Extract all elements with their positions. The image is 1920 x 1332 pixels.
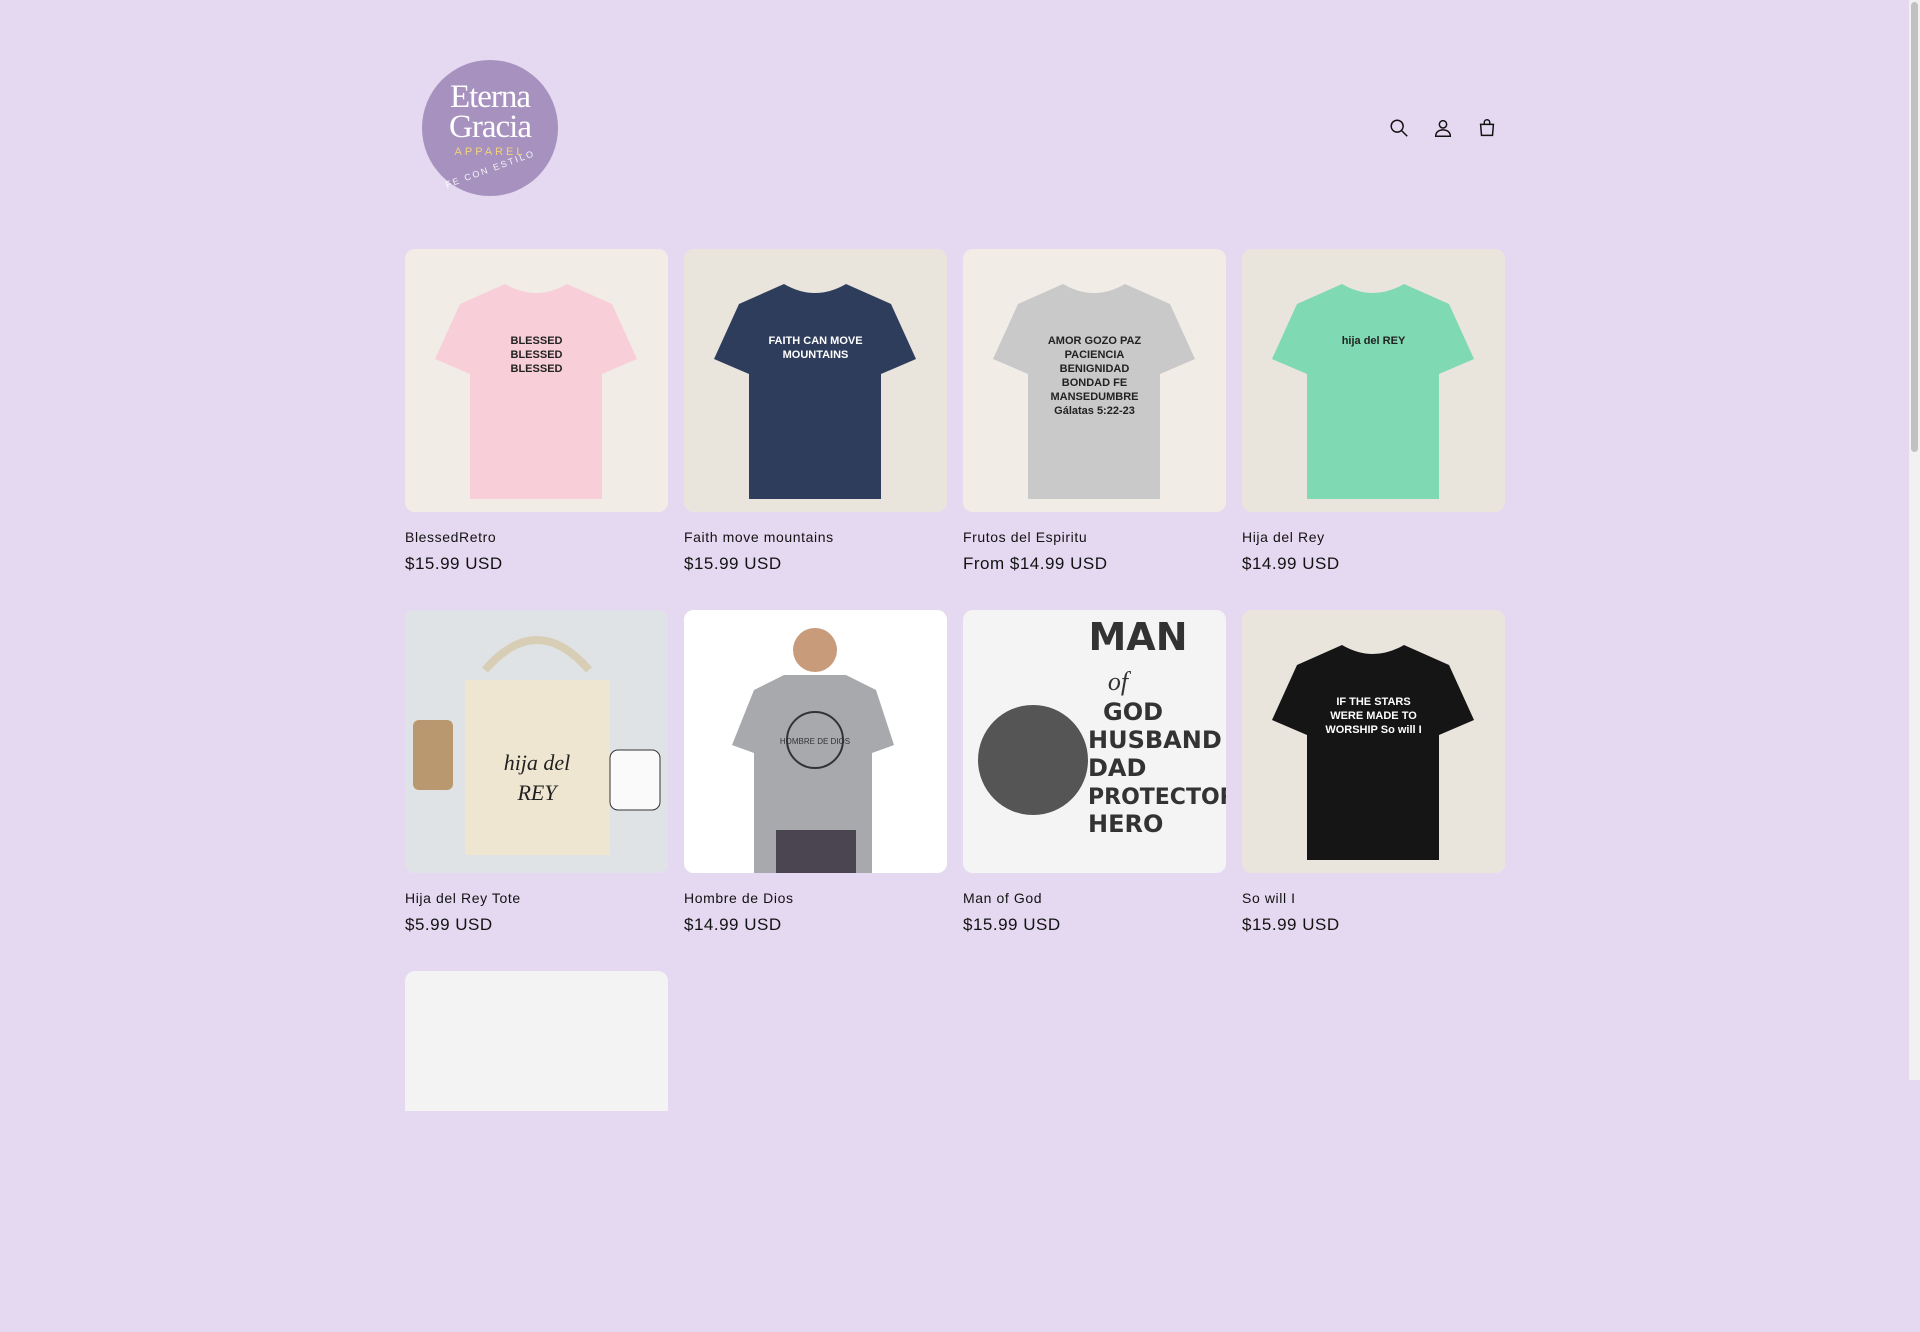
product-image[interactable]: AMOR GOZO PAZ PACIENCIA BENIGNIDAD BONDA… bbox=[963, 249, 1226, 512]
product-image[interactable]: FAITH CAN MOVE MOUNTAINS bbox=[684, 249, 947, 512]
product-price: $15.99 USD bbox=[405, 554, 503, 573]
brand-line1: Eterna bbox=[449, 79, 531, 115]
product-card[interactable]: HOMBRE DE DIOS Hombre de Dios $14.99 USD bbox=[684, 610, 947, 971]
product-price: From $14.99 USD bbox=[963, 554, 1108, 573]
cart-icon bbox=[1479, 119, 1495, 137]
product-price: $14.99 USD bbox=[684, 915, 782, 934]
product-card[interactable]: FAITH CAN MOVE MOUNTAINS Faith move moun… bbox=[684, 249, 947, 610]
product-price: $15.99 USD bbox=[684, 554, 782, 573]
product-card[interactable]: hija del REY Hija del Rey $14.99 USD bbox=[1242, 249, 1505, 610]
product-card[interactable]: BLESSED BLESSED BLESSED BlessedRetro $15… bbox=[405, 249, 668, 610]
product-name[interactable]: Hija del Rey Tote bbox=[405, 890, 668, 906]
product-image[interactable]: HOMBRE DE DIOS bbox=[684, 610, 947, 873]
search-button[interactable] bbox=[1381, 108, 1417, 148]
product-grid: BLESSED BLESSED BLESSED BlessedRetro $15… bbox=[405, 249, 1505, 1332]
svg-text:PROTECTOR: PROTECTOR bbox=[1088, 785, 1226, 810]
scrollbar-thumb[interactable] bbox=[1911, 2, 1918, 452]
scrollbar[interactable] bbox=[1909, 0, 1920, 1080]
product-image[interactable]: hija del REY bbox=[1242, 249, 1505, 512]
brand-logo[interactable]: Eterna Gracia APPAREL FE CON ESTILO bbox=[422, 60, 558, 196]
product-name[interactable]: Hija del Rey bbox=[1242, 529, 1505, 545]
cart-button[interactable] bbox=[1469, 108, 1505, 148]
product-image[interactable]: MAN of GOD HUSBAND DAD PROTECTOR HERO bbox=[963, 610, 1226, 873]
svg-text:HERO: HERO bbox=[1088, 810, 1163, 838]
product-name[interactable]: Man of God bbox=[963, 890, 1226, 906]
svg-text:HOMBRE DE DIOS: HOMBRE DE DIOS bbox=[780, 737, 850, 746]
account-button[interactable] bbox=[1425, 108, 1461, 148]
svg-text:hija del: hija del bbox=[504, 750, 571, 775]
product-card[interactable]: MAN of GOD HUSBAND DAD PROTECTOR HERO Ma… bbox=[963, 610, 1226, 971]
search-icon bbox=[1390, 119, 1408, 137]
product-card-placeholder[interactable] bbox=[405, 971, 668, 1332]
product-image[interactable]: IF THE STARS WERE MADE TO WORSHIP So wil… bbox=[1242, 610, 1505, 873]
account-icon bbox=[1434, 119, 1452, 137]
product-image-placeholder[interactable] bbox=[405, 971, 668, 1111]
svg-text:DAD: DAD bbox=[1088, 754, 1146, 782]
brand-line2: Gracia bbox=[449, 109, 532, 145]
product-card[interactable]: AMOR GOZO PAZ PACIENCIA BENIGNIDAD BONDA… bbox=[963, 249, 1226, 610]
site-header: Eterna Gracia APPAREL FE CON ESTILO bbox=[405, 60, 1505, 197]
product-name[interactable]: So will I bbox=[1242, 890, 1505, 906]
product-price: $14.99 USD bbox=[1242, 554, 1340, 573]
product-name[interactable]: BlessedRetro bbox=[405, 529, 668, 545]
product-image[interactable]: BLESSED BLESSED BLESSED bbox=[405, 249, 668, 512]
svg-text:GOD: GOD bbox=[1103, 698, 1163, 726]
product-card[interactable]: IF THE STARS WERE MADE TO WORSHIP So wil… bbox=[1242, 610, 1505, 971]
product-price: $5.99 USD bbox=[405, 915, 493, 934]
svg-text:HUSBAND: HUSBAND bbox=[1088, 726, 1222, 754]
product-price: $15.99 USD bbox=[963, 915, 1061, 934]
svg-text:REY: REY bbox=[516, 780, 559, 805]
product-name[interactable]: Faith move mountains bbox=[684, 529, 947, 545]
svg-text:MAN: MAN bbox=[1088, 615, 1187, 659]
product-name[interactable]: Frutos del Espiritu bbox=[963, 529, 1226, 545]
product-image[interactable]: hija del REY bbox=[405, 610, 668, 873]
header-icons bbox=[1381, 108, 1505, 148]
product-card[interactable]: hija del REY Hija del Rey Tote $5.99 USD bbox=[405, 610, 668, 971]
product-price: $15.99 USD bbox=[1242, 915, 1340, 934]
product-name[interactable]: Hombre de Dios bbox=[684, 890, 947, 906]
